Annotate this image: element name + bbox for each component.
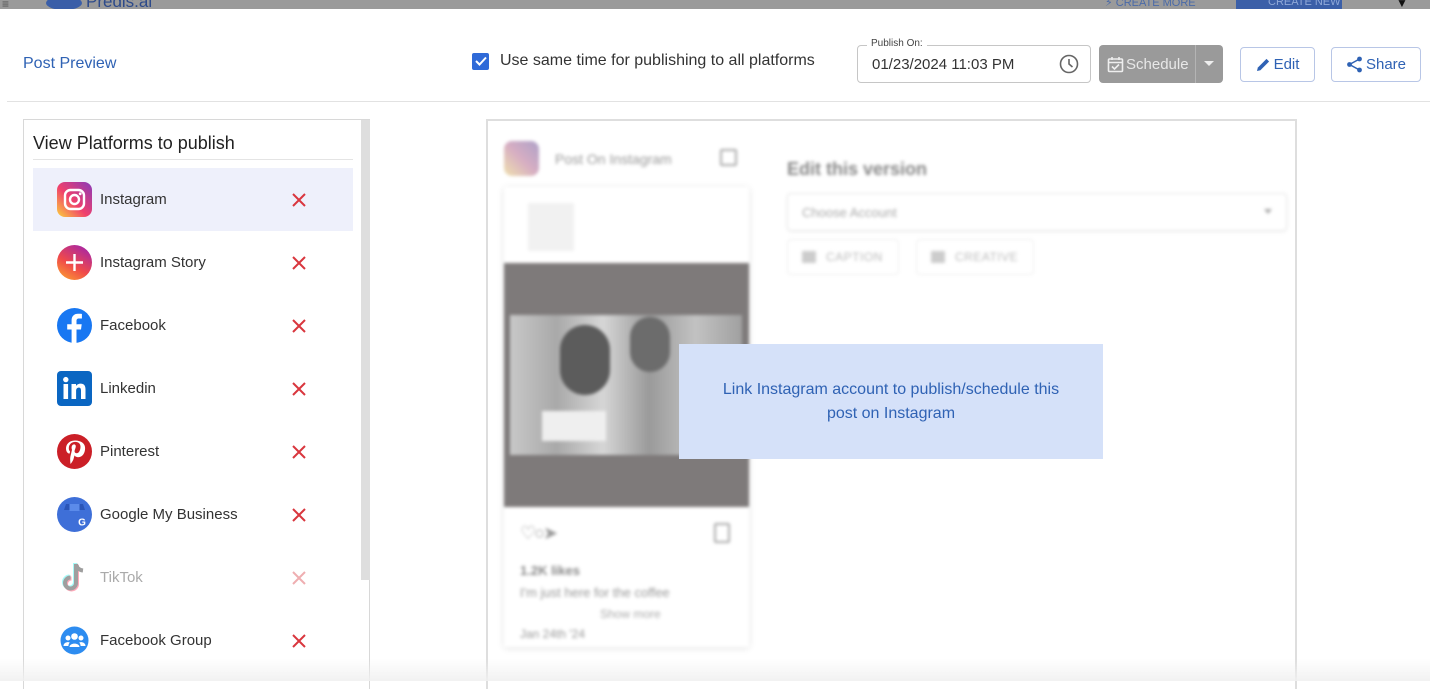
photo-person-1 (560, 325, 610, 395)
linkedin-icon (57, 371, 92, 406)
same-time-toggle[interactable]: Use same time for publishing to all plat… (472, 52, 815, 70)
link-account-notice-text: Link Instagram account to publish/schedu… (722, 380, 1060, 422)
google-my-business-icon: G (57, 497, 92, 532)
show-more-link[interactable]: Show more (600, 607, 661, 621)
photo-person-2 (630, 317, 670, 372)
tab-creative-label: CREATIVE (955, 250, 1019, 264)
platform-name: Facebook (100, 317, 166, 334)
publish-on-value[interactable]: 01/23/2024 11:03 PM (872, 56, 1014, 73)
caret-down-icon (1204, 61, 1214, 66)
edit-button[interactable]: Edit (1240, 47, 1315, 82)
platforms-panel: View Platforms to publish Instagram Inst… (23, 119, 370, 689)
facebook-icon (57, 308, 92, 343)
choose-account-placeholder: Choose Account (802, 205, 897, 220)
remove-icon[interactable] (291, 633, 307, 649)
edit-version-title: Edit this version (787, 159, 928, 179)
brand-logo[interactable]: Predis.ai (46, 0, 152, 9)
post-date: Jan 24th '24 (520, 627, 586, 641)
tab-caption-label: CAPTION (826, 250, 883, 264)
tab-caption[interactable]: CAPTION (787, 239, 899, 275)
user-menu-icon[interactable]: ▼ (1396, 0, 1408, 9)
pinterest-icon (57, 434, 92, 469)
svg-text:G: G (78, 518, 86, 529)
schedule-dropdown-toggle[interactable] (1196, 61, 1222, 67)
platforms-panel-title: View Platforms to publish (33, 133, 235, 153)
avatar-placeholder (528, 203, 574, 251)
instagram-icon (57, 182, 92, 217)
link-account-notice[interactable]: Link Instagram account to publish/schedu… (679, 344, 1103, 459)
platform-item-google-my-business[interactable]: G Google My Business (33, 483, 353, 546)
platform-name: Instagram (100, 191, 167, 208)
remove-icon[interactable] (291, 255, 307, 271)
same-time-checkbox[interactable] (472, 52, 489, 70)
creative-icon (931, 251, 945, 263)
app-topbar: ≡ Predis.ai ⚡ CREATE MORE CREATE NEW ▼ (0, 0, 1430, 9)
platform-item-instagram-story[interactable]: Instagram Story (33, 231, 353, 294)
publish-on-field[interactable]: Publish On: 01/23/2024 11:03 PM (857, 38, 1091, 83)
create-more-button[interactable]: ⚡ CREATE MORE (1105, 0, 1196, 9)
remove-icon[interactable] (291, 381, 307, 397)
platform-item-facebook[interactable]: Facebook (33, 294, 353, 357)
instagram-story-icon (57, 245, 92, 280)
schedule-button-group: Schedule (1099, 45, 1223, 83)
photo-label-box (542, 411, 606, 441)
platform-item-tiktok[interactable]: TikTok (33, 546, 353, 609)
same-time-label: Use same time for publishing to all plat… (500, 52, 815, 69)
caret-down-icon (1264, 209, 1272, 214)
bookmark-icon (714, 523, 730, 543)
platform-item-pinterest[interactable]: Pinterest (33, 420, 353, 483)
platform-item-linkedin[interactable]: Linkedin (33, 357, 353, 420)
checkmark-icon (474, 56, 487, 66)
post-actions-icons: ♡○➤ (520, 523, 558, 543)
brand-name: Predis.ai (86, 0, 152, 9)
remove-icon[interactable] (291, 192, 307, 208)
header-divider (7, 101, 1430, 102)
calendar-check-icon (1107, 56, 1124, 72)
remove-icon[interactable] (291, 570, 307, 586)
share-label: Share (1365, 56, 1407, 73)
facebook-group-icon (60, 626, 89, 655)
schedule-button[interactable]: Schedule (1099, 45, 1196, 83)
preview-select-checkbox[interactable] (720, 149, 737, 166)
platform-name: Instagram Story (100, 254, 206, 271)
schedule-label: Schedule (1126, 55, 1189, 73)
instagram-icon (504, 141, 539, 176)
share-icon (1347, 56, 1362, 73)
platform-name: Facebook Group (100, 632, 212, 649)
clock-icon[interactable] (1059, 54, 1079, 74)
platform-item-instagram[interactable]: Instagram (33, 168, 353, 231)
tiktok-icon (62, 563, 84, 592)
platforms-title-divider (33, 159, 353, 160)
tab-creative[interactable]: CREATIVE (916, 239, 1034, 275)
remove-icon[interactable] (291, 444, 307, 460)
create-more-label: CREATE MORE (1115, 0, 1196, 9)
post-caption: I'm just here for the coffee (520, 585, 670, 600)
platform-list: Instagram Instagram Story Facebook Linke… (33, 168, 353, 672)
preview-post-title: Post On Instagram (555, 151, 672, 167)
remove-icon[interactable] (291, 318, 307, 334)
platform-name: TikTok (100, 569, 143, 586)
hamburger-icon[interactable]: ≡ (2, 0, 9, 9)
post-likes: 1.2K likes (520, 563, 580, 578)
platform-name: Pinterest (100, 443, 160, 460)
edit-label: Edit (1273, 56, 1300, 73)
post-preview-modal: Post Preview Use same time for publishin… (0, 9, 1430, 689)
pencil-icon (1256, 58, 1269, 71)
platform-name: Linkedin (100, 380, 156, 397)
create-new-button[interactable]: CREATE NEW (1236, 0, 1342, 9)
remove-icon[interactable] (291, 507, 307, 523)
share-button[interactable]: Share (1331, 47, 1421, 82)
page-title: Post Preview (23, 55, 117, 72)
choose-account-select[interactable]: Choose Account (787, 193, 1287, 231)
caption-icon (802, 251, 816, 263)
platforms-scrollbar[interactable] (361, 120, 370, 580)
bottom-fade (0, 659, 1430, 681)
publish-on-label: Publish On: (867, 38, 927, 49)
platform-name: Google My Business (100, 506, 238, 523)
